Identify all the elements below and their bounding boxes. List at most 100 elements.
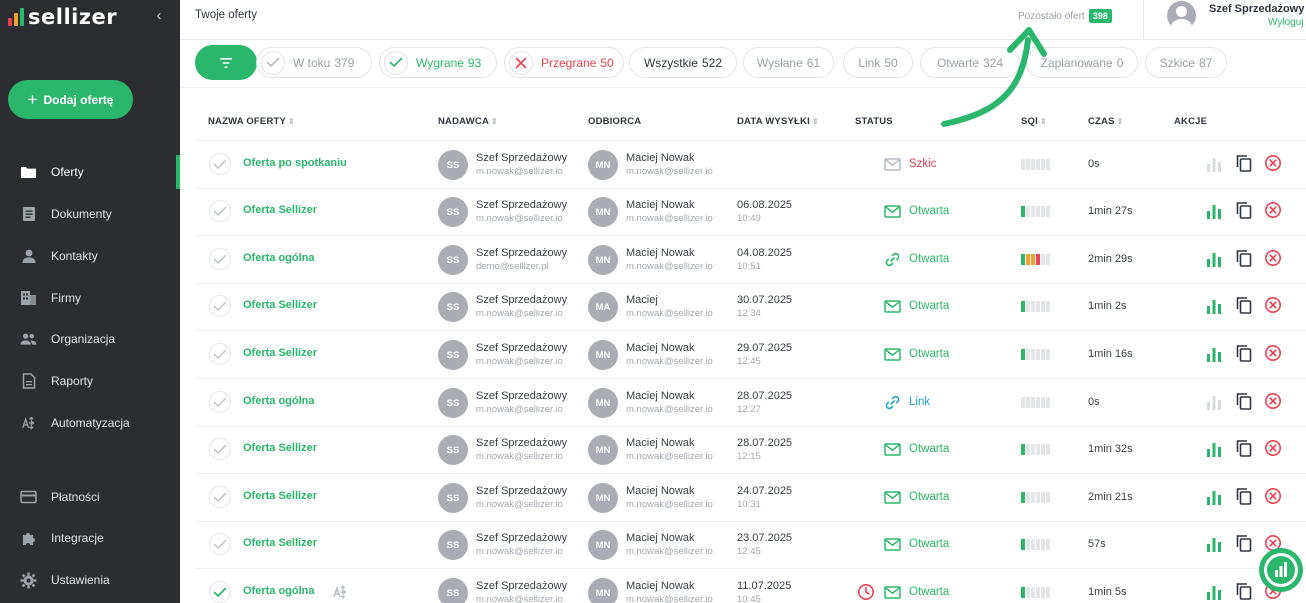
filter-chip-wszystkie[interactable]: Wszystkie 522 [629,47,737,78]
sqi-bar [1021,206,1025,217]
table-row[interactable]: Oferta ogólna SS Szef Sprzedażowy m.nowa… [195,379,1306,427]
table-row[interactable]: Oferta ogólna SS Szef Sprzedażowy m.nowa… [195,569,1306,603]
stats-icon[interactable] [1205,345,1223,363]
sender-avatar: SS [438,530,468,560]
sender: SS Szef Sprzedażowy m.nowak@sellizer.io [438,578,567,603]
copy-icon[interactable] [1235,534,1253,552]
copy-icon[interactable] [1235,249,1253,267]
offer-name-link[interactable]: Oferta ogólna [243,252,315,264]
sender-avatar: SS [438,578,468,603]
stats-icon[interactable] [1205,583,1223,601]
stats-icon[interactable] [1205,250,1223,268]
filter-chip-link[interactable]: Link 50 [843,47,913,78]
row-status-check[interactable] [209,391,231,413]
stats-icon[interactable] [1205,393,1223,411]
delete-icon[interactable] [1264,154,1282,172]
column-header-sqi[interactable]: SQI ⇕ [1021,116,1047,127]
row-status-check[interactable] [209,153,231,175]
stats-icon[interactable] [1205,155,1223,173]
delete-icon[interactable] [1264,344,1282,362]
copy-icon[interactable] [1235,392,1253,410]
send-date-day: 06.08.2025 [737,199,793,211]
copy-icon[interactable] [1235,296,1253,314]
copy-icon[interactable] [1235,154,1253,172]
column-header-send-date[interactable]: DATA WYSYŁKI ⇕ [737,116,819,127]
filter-chip-w toku[interactable]: W toku 379 [256,47,372,78]
table-row[interactable]: Oferta Sellizer SS Szef Sprzedażowy m.no… [195,474,1306,522]
filter-chip-wysłane[interactable]: Wysłane 61 [743,47,834,78]
sidebar-item-oferty[interactable]: Oferty [0,155,180,189]
copy-icon[interactable] [1235,201,1253,219]
sidebar-item-integracje[interactable]: Integracje [0,521,180,555]
delete-icon[interactable] [1264,392,1282,410]
offer-name-link[interactable]: Oferta Sellizer [243,537,317,549]
stats-icon[interactable] [1205,297,1223,315]
recipient-avatar: MN [588,388,618,418]
filter-chip-wygrane[interactable]: Wygrane 93 [379,47,497,78]
stats-icon[interactable] [1205,488,1223,506]
sidebar-item-ustawienia[interactable]: Ustawienia [0,563,180,597]
offer-name-link[interactable]: Oferta Sellizer [243,347,317,359]
table-row[interactable]: Oferta Sellizer SS Szef Sprzedażowy m.no… [195,331,1306,379]
row-status-check[interactable] [209,486,231,508]
row-status-check[interactable] [209,343,231,365]
filter-chip-count: 522 [701,55,723,70]
stats-icon[interactable] [1205,440,1223,458]
offer-name-link[interactable]: Oferta ogólna [243,585,315,597]
sidebar-item-firmy[interactable]: Firmy [0,281,180,315]
status-label: Otwarta [909,348,950,360]
logout-link[interactable]: Wyloguj [1268,17,1303,28]
copy-icon[interactable] [1235,439,1253,457]
sidebar-item-kontakty[interactable]: Kontakty [0,239,180,273]
row-status-check[interactable] [209,533,231,555]
send-date-time: 12:45 [737,546,761,557]
row-status-check[interactable] [209,248,231,270]
filter-button[interactable] [195,45,257,80]
table-row[interactable]: Oferta Sellizer SS Szef Sprzedażowy m.no… [195,188,1306,236]
stats-icon[interactable] [1205,202,1223,220]
column-header-sender[interactable]: NADAWCA ⇕ [438,116,498,127]
stats-icon[interactable] [1205,535,1223,553]
row-status-check[interactable] [209,581,231,603]
delete-icon[interactable] [1264,296,1282,314]
copy-icon[interactable] [1235,344,1253,362]
delete-icon[interactable] [1264,249,1282,267]
row-status-check[interactable] [209,295,231,317]
column-header-time[interactable]: CZAS ⇕ [1088,116,1124,127]
offer-name-link[interactable]: Oferta po spotkaniu [243,157,347,169]
column-header-name[interactable]: NAZWA OFERTY ⇕ [208,116,295,127]
sidebar-item-dokumenty[interactable]: Dokumenty [0,197,180,231]
offer-name-link[interactable]: Oferta ogólna [243,395,315,407]
table-row[interactable]: Oferta ogólna SS Szef Sprzedażowy demo@s… [195,236,1306,284]
row-status-check[interactable] [209,438,231,460]
collapse-sidebar-button[interactable]: ‹ [150,7,168,25]
add-offer-button[interactable]: + Dodaj ofertę [8,80,133,119]
table-row[interactable]: Oferta Sellizer SS Szef Sprzedażowy m.no… [195,426,1306,474]
sidebar-item-automatyzacja[interactable]: Automatyzacja [0,406,180,440]
copy-icon[interactable] [1235,582,1253,600]
offer-name-link[interactable]: Oferta Sellizer [243,490,317,502]
offer-name-link[interactable]: Oferta Sellizer [243,204,317,216]
offer-name-link[interactable]: Oferta Sellizer [243,442,317,454]
filter-chip-przegrane[interactable]: Przegrane 50 [504,47,624,78]
sidebar-item-płatności[interactable]: Płatności [0,480,180,514]
delete-icon[interactable] [1264,201,1282,219]
delete-icon[interactable] [1264,439,1282,457]
copy-icon[interactable] [1235,487,1253,505]
app-logo[interactable]: sellizer [8,5,117,29]
sqi-bar [1041,587,1045,598]
delete-icon[interactable] [1264,487,1282,505]
table-row[interactable]: Oferta Sellizer SS Szef Sprzedażowy m.no… [195,283,1306,331]
user-avatar[interactable] [1167,1,1196,30]
sidebar-item-raporty[interactable]: Raporty [0,364,180,398]
row-status-check[interactable] [209,200,231,222]
chat-widget-icon[interactable] [1256,545,1306,595]
table-row[interactable]: Oferta Sellizer SS Szef Sprzedażowy m.no… [195,521,1306,569]
offer-name-link[interactable]: Oferta Sellizer [243,299,317,311]
sidebar-item-organizacja[interactable]: Organizacja [0,322,180,356]
recipient-name: Maciej [626,294,658,306]
filter-chip-szkice[interactable]: Szkice 87 [1145,47,1227,78]
check-icon [261,50,285,75]
send-date: 28.07.2025 12:15 [737,437,792,463]
table-row[interactable]: Oferta po spotkaniu SS Szef Sprzedażowy … [195,141,1306,189]
